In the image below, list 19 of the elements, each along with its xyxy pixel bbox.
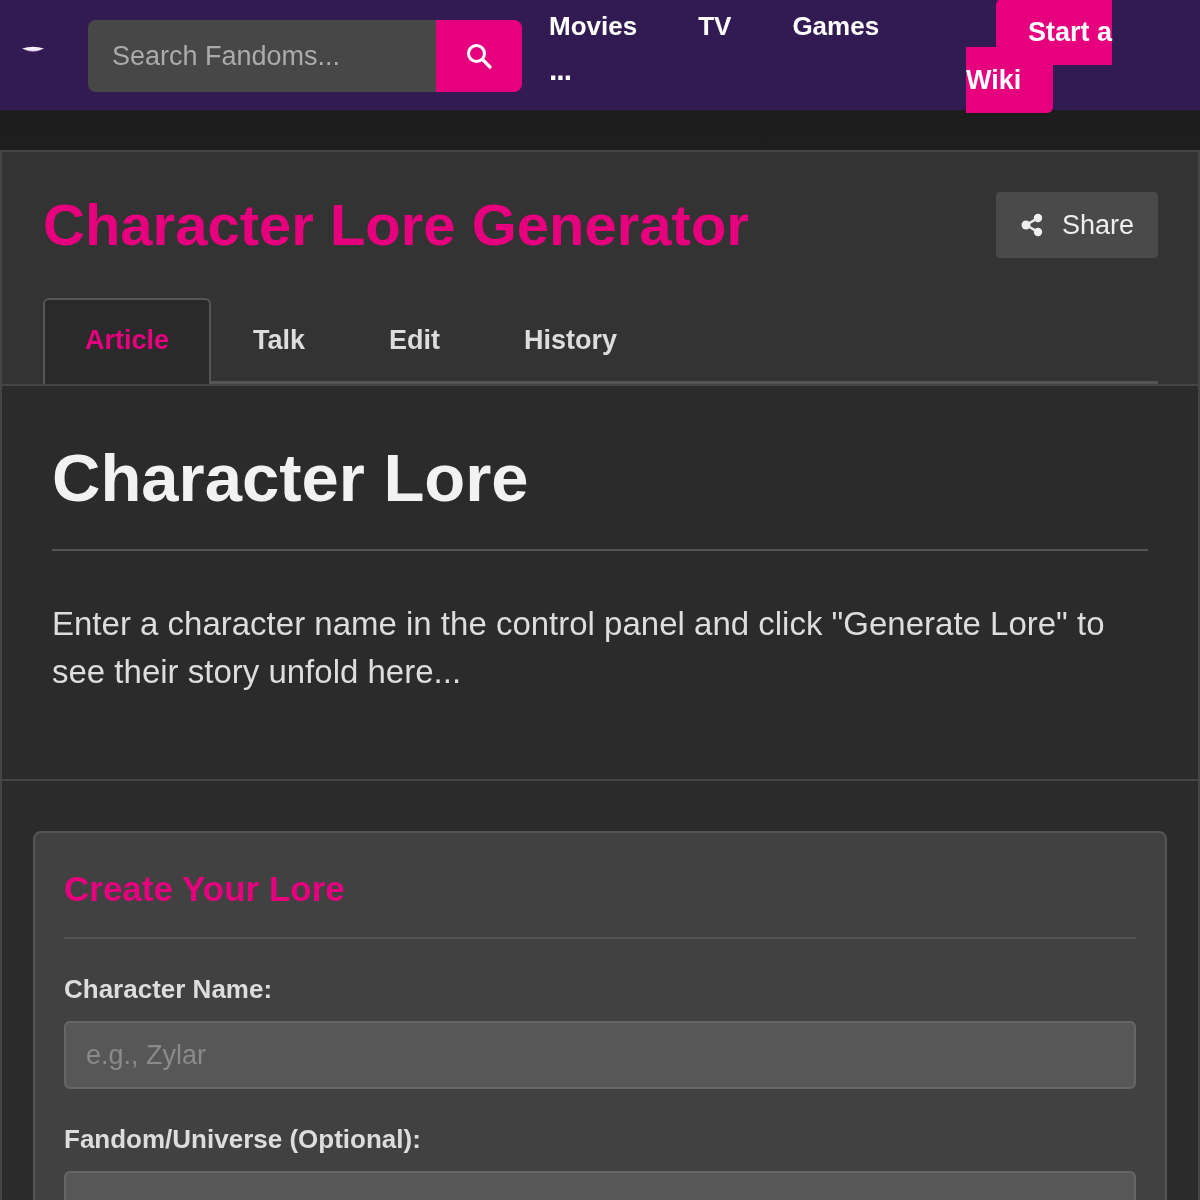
tab[interactable]: Talk (211, 298, 348, 384)
article-text: Enter a character name in the control panel and click "Generate Lore" to see their story unfold here... (52, 604, 1106, 692)
search-button[interactable] (436, 20, 522, 92)
page-title: Character Lore Generator (43, 192, 749, 258)
search-icon (466, 43, 492, 69)
tab[interactable]: Edit (347, 298, 483, 384)
tab[interactable]: History (482, 298, 660, 384)
share-icon (1019, 213, 1044, 237)
form-title: Create Your Lore (64, 868, 346, 910)
field-label: Character Name: (64, 973, 274, 1006)
field-label: Fandom/Universe (Optional): (64, 1123, 422, 1156)
search-field[interactable]: Search Fandoms... (88, 20, 436, 92)
nav-link[interactable]: Games (792, 5, 880, 48)
more-menu-link[interactable]: ... (549, 48, 571, 91)
nav-link[interactable]: Movies (549, 5, 638, 48)
nav-link[interactable]: TV (698, 5, 732, 48)
share-button[interactable]: Share (995, 192, 1158, 258)
logo-icon[interactable] (22, 46, 44, 53)
article-heading: Character Lore (52, 439, 530, 517)
